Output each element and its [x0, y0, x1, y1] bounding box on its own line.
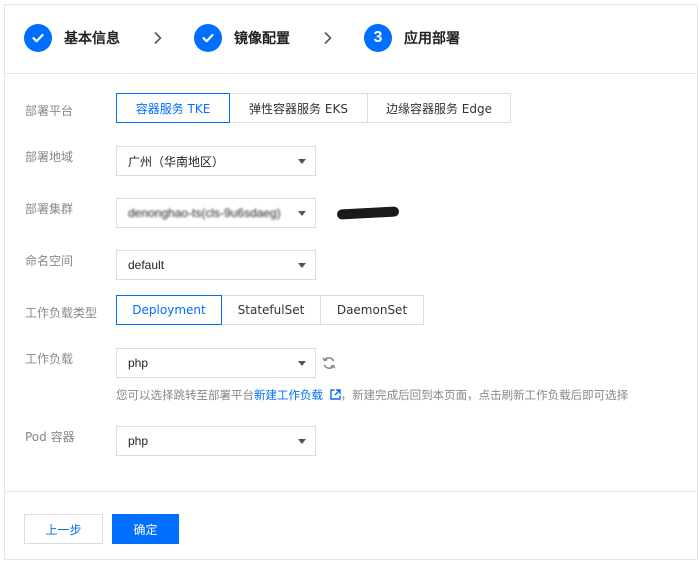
form-footer: 上一步 确定	[5, 491, 697, 560]
container-select[interactable]: php	[116, 426, 316, 456]
workload-value: php	[128, 356, 149, 370]
workload-label: 工作负载	[25, 352, 74, 366]
workload-type-deployment[interactable]: Deployment	[116, 295, 222, 325]
deploy-wizard-panel: 基本信息 镜像配置 3 应用部署 部署平台 容器服务 TKE 弹性容器服务 EK…	[4, 4, 698, 560]
region-select[interactable]: 广州（华南地区）	[116, 146, 316, 176]
step-label: 应用部署	[404, 31, 460, 47]
step-label: 基本信息	[64, 31, 120, 47]
step-bar: 基本信息 镜像配置 3 应用部署	[5, 5, 697, 74]
step-number-badge: 3	[364, 24, 392, 52]
workload-type-daemonset[interactable]: DaemonSet	[320, 295, 424, 325]
namespace-select[interactable]: default	[116, 250, 316, 280]
workload-select[interactable]: php	[116, 348, 316, 378]
workload-type-selector: Deployment StatefulSet DaemonSet	[116, 295, 424, 325]
caret-down-icon	[298, 439, 306, 444]
step-basic-info[interactable]: 基本信息	[24, 24, 120, 52]
cluster-select[interactable]: denonghao-ts(cls-9u6sdaeg)	[116, 198, 400, 228]
platform-option-eks[interactable]: 弹性容器服务 EKS	[229, 93, 368, 123]
platform-selector: 容器服务 TKE 弹性容器服务 EKS 边缘容器服务 Edge	[116, 93, 511, 123]
region-value: 广州（华南地区）	[128, 154, 225, 169]
caret-down-icon	[298, 263, 306, 268]
caret-down-icon	[298, 159, 306, 164]
caret-down-icon	[298, 361, 306, 366]
external-link-icon[interactable]	[329, 389, 341, 400]
cluster-label: 部署集群	[25, 202, 74, 216]
container-label: Pod 容器	[25, 430, 75, 444]
cluster-value: denonghao-ts(cls-9u6sdaeg)	[128, 206, 281, 220]
container-value: php	[128, 434, 149, 448]
hint-prefix: 您可以选择跳转至部署平台	[116, 388, 254, 402]
region-label: 部署地域	[25, 150, 74, 164]
create-workload-link[interactable]: 新建工作负载	[254, 388, 323, 402]
namespace-label: 命名空间	[25, 254, 74, 268]
confirm-button[interactable]: 确定	[112, 514, 179, 544]
check-icon	[194, 24, 222, 52]
namespace-value: default	[128, 258, 165, 272]
hint-suffix: ，新建完成后回到本页面，点击刷新工作负载后即可选择	[340, 388, 629, 402]
step-label: 镜像配置	[234, 31, 290, 47]
check-icon	[24, 24, 52, 52]
prev-step-button[interactable]: 上一步	[24, 514, 103, 544]
workload-hint: 您可以选择跳转至部署平台新建工作负载 ，新建完成后回到本页面，点击刷新工作负载后…	[116, 387, 628, 403]
platform-option-edge[interactable]: 边缘容器服务 Edge	[367, 93, 511, 123]
workload-type-statefulset[interactable]: StatefulSet	[221, 295, 321, 325]
chevron-right-icon	[154, 31, 162, 45]
refresh-icon[interactable]	[322, 356, 336, 370]
platform-option-tke[interactable]: 容器服务 TKE	[116, 93, 230, 123]
caret-down-icon	[298, 211, 306, 216]
workload-type-label: 工作负载类型	[25, 306, 98, 320]
platform-label: 部署平台	[25, 104, 74, 118]
step-image-config[interactable]: 镜像配置	[194, 24, 290, 52]
redaction-mark	[336, 206, 400, 220]
chevron-right-icon	[324, 31, 332, 45]
step-app-deploy[interactable]: 3 应用部署	[364, 24, 460, 52]
